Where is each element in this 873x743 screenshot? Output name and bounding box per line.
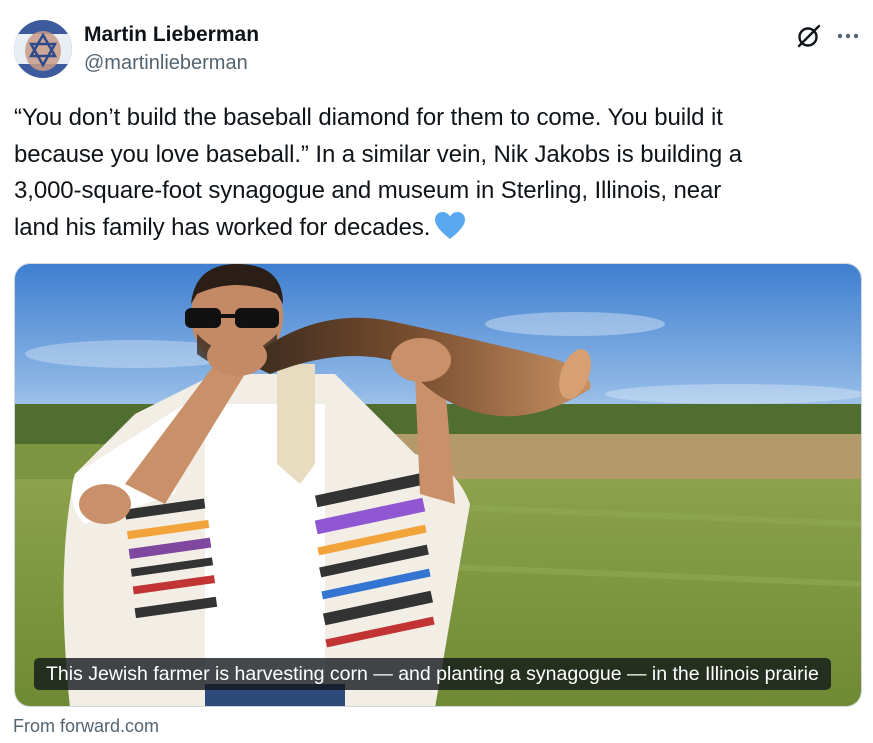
grok-icon[interactable] [795, 22, 823, 50]
tweet-text-line: because you love baseball.” In a similar… [14, 140, 742, 168]
tweet-header: Martin Lieberman @martinlieberman [0, 0, 873, 90]
handle[interactable]: @martinlieberman [84, 50, 259, 76]
tweet-text-line: “You don’t build the baseball diamond fo… [14, 104, 723, 131]
tweet-text-end: land his family has worked for decades. [14, 213, 431, 241]
photo-farmer-shofar [15, 264, 861, 706]
more-icon[interactable] [834, 22, 862, 50]
avatar[interactable] [14, 20, 72, 78]
author-block: Martin Lieberman @martinlieberman [84, 22, 259, 76]
tweet-text-line: 3,000-square-foot synagogue and museum i… [14, 177, 722, 204]
tweet-text-line: land his family has worked for decades. [14, 210, 854, 247]
blue-heart-icon [434, 211, 466, 241]
display-name[interactable]: Martin Lieberman [84, 22, 259, 48]
link-card-image[interactable]: This Jewish farmer is harvesting corn — … [14, 263, 862, 707]
tweet-text: “You don’t build the baseball diamond fo… [14, 100, 854, 246]
link-card-caption: This Jewish farmer is harvesting corn — … [34, 658, 831, 690]
link-source[interactable]: From forward.com [13, 714, 159, 738]
